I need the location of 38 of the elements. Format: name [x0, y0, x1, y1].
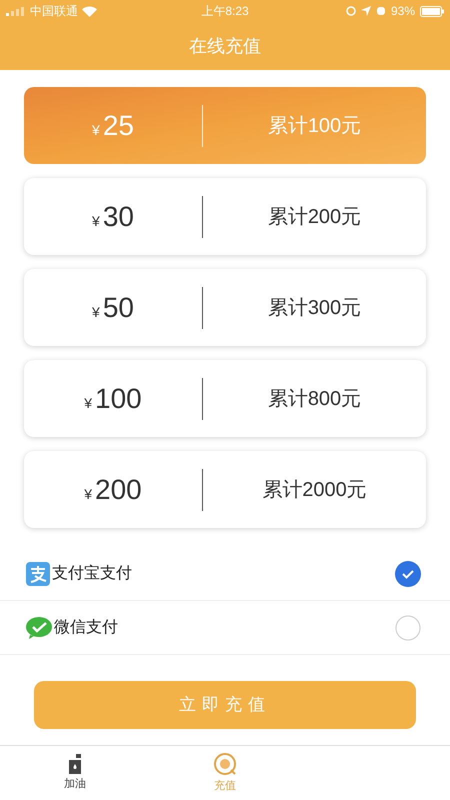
status-time: 上午8:23	[200, 3, 250, 20]
currency-symbol: ¥	[92, 212, 100, 230]
signal-icon	[6, 6, 26, 16]
carrier-name: 中国联通	[30, 3, 78, 20]
recharge-tab-icon	[213, 752, 237, 776]
currency-symbol: ¥	[92, 302, 100, 322]
amount-value: 25	[102, 108, 134, 142]
amount-option-card[interactable]: ¥200 累计2000元	[24, 451, 426, 528]
page-title: 在线充值	[189, 34, 261, 58]
battery-percent: 93%	[390, 3, 415, 20]
cumulative-total: 累计2000元	[261, 478, 368, 502]
location-icon	[360, 6, 371, 16]
amount-value: 30	[102, 200, 134, 234]
alipay-icon	[26, 562, 50, 586]
cumulative-total: 累计800元	[266, 386, 362, 412]
amount-value: 100	[95, 382, 142, 416]
amount-value: 200	[95, 472, 142, 506]
currency-symbol: ¥	[84, 394, 92, 412]
wechat-pay-icon	[26, 616, 52, 638]
radio-unchecked[interactable]	[395, 614, 421, 640]
amount-option-card[interactable]: ¥30 累计200元	[24, 178, 426, 255]
cumulative-total: 累计100元	[266, 114, 362, 138]
battery-icon	[420, 6, 444, 16]
payment-method-label[interactable]: 微信支付	[54, 616, 395, 640]
radio-checked[interactable]	[395, 560, 421, 586]
payment-method-label[interactable]: 支付宝支付	[52, 562, 395, 586]
amount-option-card[interactable]: ¥50 累计300元	[24, 269, 426, 346]
cumulative-total: 累计300元	[266, 296, 362, 320]
alarm-icon	[376, 6, 386, 16]
amount-value: 50	[102, 290, 134, 324]
tab-item[interactable]: 加油	[0, 746, 150, 800]
amount-option-card[interactable]: ¥100 累计800元	[24, 360, 426, 437]
wifi-icon	[82, 6, 97, 16]
cumulative-total: 累计200元	[266, 204, 362, 230]
fuel-can-icon	[67, 754, 83, 774]
currency-symbol: ¥	[84, 484, 92, 504]
currency-symbol: ¥	[92, 120, 100, 140]
lock-rotation-icon	[346, 6, 356, 16]
